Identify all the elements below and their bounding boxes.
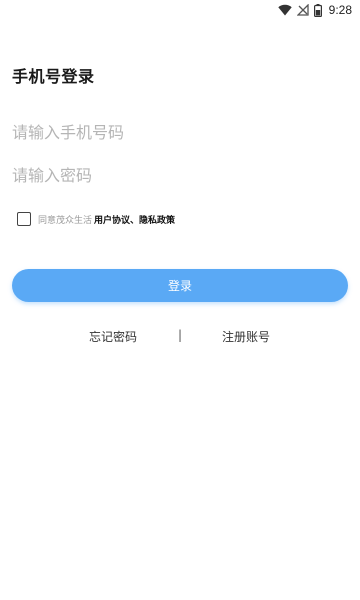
wifi-icon [277,4,292,16]
status-bar: 9:28 [0,0,360,20]
status-time: 9:28 [328,3,352,17]
phone-input[interactable] [12,117,348,147]
login-button[interactable]: 登录 [12,269,348,302]
agreement-prefix: 同意茂众生活 [38,215,93,226]
status-icons: 9:28 [277,1,352,19]
agreement-links[interactable]: 用户协议、隐私政策 [94,213,175,226]
forgot-password-link[interactable]: 忘记密码 [89,328,137,345]
agreement-row: 同意茂众生活 用户协议、隐私政策 [17,211,175,227]
agreement-checkbox[interactable] [17,212,31,226]
register-link[interactable]: 注册账号 [222,328,270,345]
password-input[interactable] [12,160,348,190]
page-title: 手机号登录 [12,67,95,86]
battery-icon [313,3,322,17]
link-divider: | [178,328,183,342]
no-signal-icon [296,4,309,16]
bottom-links: 忘记密码 | 注册账号 [0,327,360,345]
